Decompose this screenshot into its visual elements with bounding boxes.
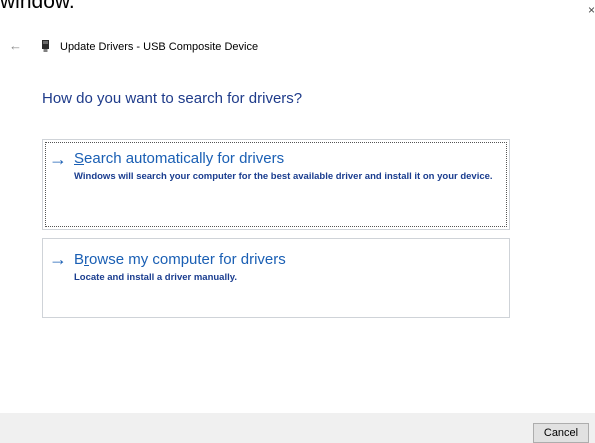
browse-computer-option[interactable]: → Browse my computer for drivers Locate … (42, 238, 510, 318)
back-arrow-icon[interactable]: ← (9, 38, 22, 54)
page-heading: How do you want to search for drivers? (42, 90, 303, 107)
option-title-rest: owse my computer for drivers (89, 251, 286, 268)
option-title: Browse my computer for drivers (74, 251, 286, 269)
usb-device-icon (42, 40, 49, 52)
option-description: Windows will search your computer for th… (74, 171, 493, 182)
dialog-footer: Cancel (0, 413, 595, 443)
option-accelerator: S (74, 150, 85, 167)
option-title-pre: B (74, 251, 85, 268)
option-title: Search automatically for drivers (74, 150, 284, 168)
arrow-right-icon: → (49, 149, 67, 169)
top-cut-text: window. (0, 0, 75, 13)
option-description: Locate and install a driver manually. (74, 272, 237, 283)
search-automatically-option[interactable]: → Search automatically for drivers Windo… (42, 139, 510, 230)
close-icon[interactable]: × (588, 4, 595, 16)
cancel-button[interactable]: Cancel (533, 423, 589, 443)
window-title: Update Drivers - USB Composite Device (60, 41, 259, 53)
option-title-rest: earch automatically for drivers (84, 150, 285, 167)
arrow-right-icon: → (49, 249, 67, 269)
